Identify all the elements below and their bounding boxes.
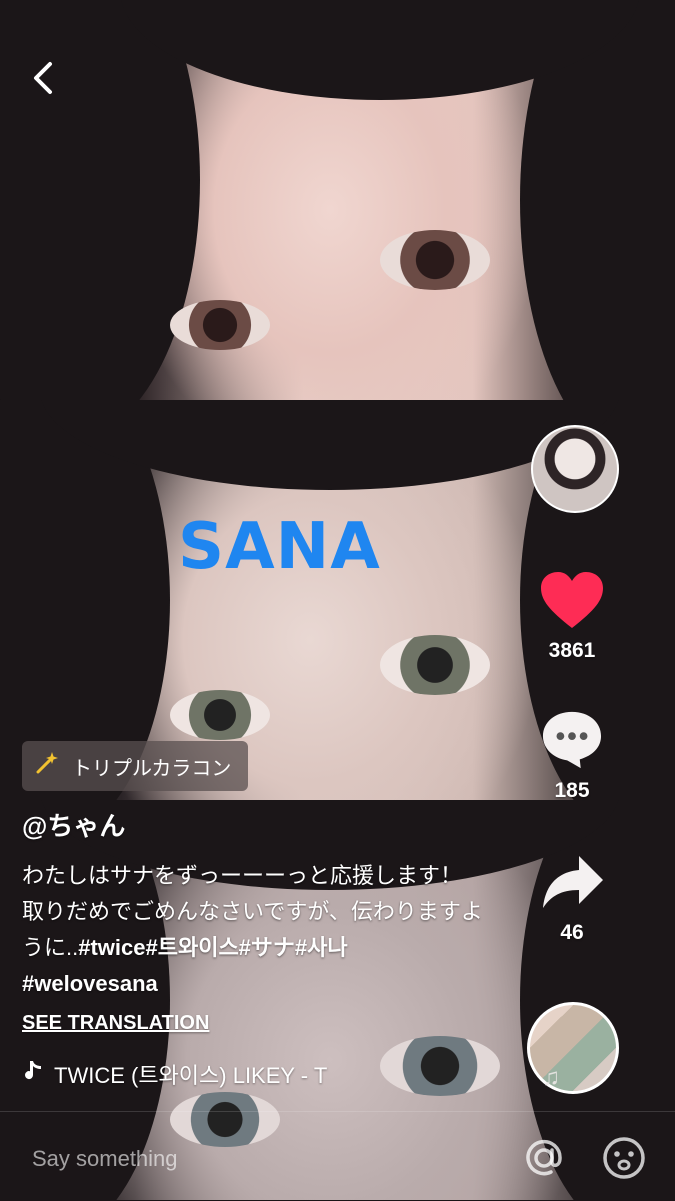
hashtag-link[interactable]: #welovesana <box>22 966 532 1002</box>
back-chevron-icon <box>34 62 52 94</box>
caption-line: 取りだめでごめんなさいですが、伝わりますよ <box>22 899 483 924</box>
music-disc[interactable] <box>527 1002 619 1094</box>
smile-icon[interactable] <box>602 1136 646 1180</box>
share-button[interactable]: 46 <box>529 852 615 945</box>
music-ticker[interactable]: TWICE (트와이스) LIKEY - T <box>22 1058 372 1090</box>
comment-bar <box>0 1111 675 1201</box>
post-caption: わたしはサナをずっーーーっと応援します！ 取りだめでごめんなさいですが、伝わりま… <box>22 858 532 1002</box>
comment-bubble-icon <box>542 711 602 769</box>
like-count: 3861 <box>548 639 596 662</box>
share-count: 46 <box>560 921 584 944</box>
magic-wand-icon <box>34 750 62 782</box>
action-column: 3861 185 46 <box>527 0 675 1200</box>
heart-icon <box>541 572 603 628</box>
comment-count: 185 <box>554 779 590 802</box>
share-arrow-icon <box>543 856 603 908</box>
like-button[interactable]: 3861 <box>529 570 615 663</box>
comment-input[interactable] <box>30 1140 474 1178</box>
caption-line: わたしはサナをずっーーーっと応援します！ <box>22 863 463 888</box>
caption-line: うに..#twice#트와이스#サナ#사나 <box>22 930 532 966</box>
comment-button[interactable]: 185 <box>529 710 615 803</box>
post-username[interactable]: @ちゃん <box>22 806 125 843</box>
effect-label: トリプルカラコン <box>72 757 232 780</box>
back-button[interactable] <box>30 58 56 98</box>
floating-notes-icon: ♫ <box>542 1064 560 1091</box>
creator-avatar[interactable] <box>531 425 619 513</box>
overlay-title-text: SANA <box>178 510 381 584</box>
effect-tag[interactable]: トリプルカラコン <box>22 741 248 791</box>
caption-text: うに.. <box>22 935 79 960</box>
music-note-icon <box>22 1060 44 1088</box>
see-translation-link[interactable]: SEE TRANSLATION <box>22 1012 209 1035</box>
hashtag-link[interactable]: #twice#트와이스#サナ#사나 <box>78 935 347 960</box>
music-title: TWICE (트와이스) LIKEY - T <box>54 1063 328 1088</box>
at-icon[interactable] <box>522 1136 566 1180</box>
